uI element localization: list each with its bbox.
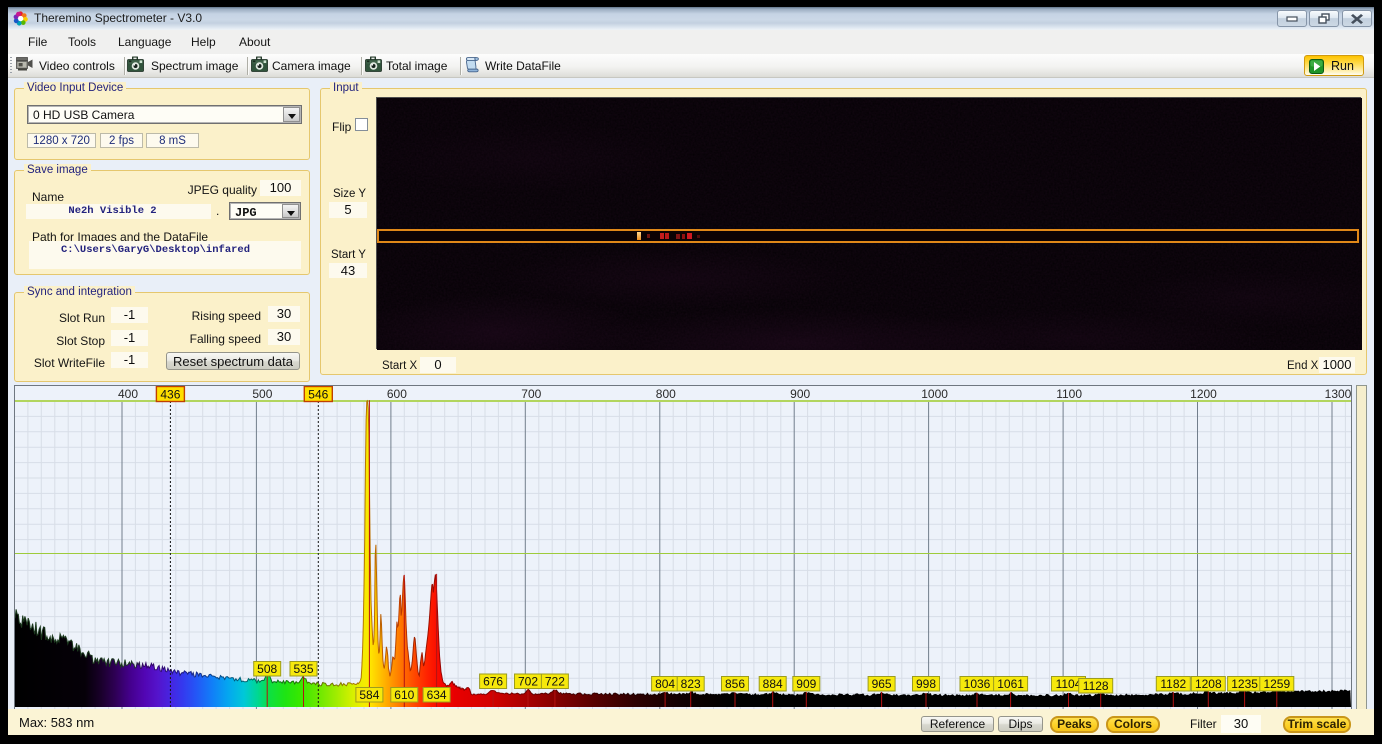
svg-text:722: 722 — [545, 675, 565, 689]
svg-text:823: 823 — [681, 677, 701, 691]
svg-text:909: 909 — [796, 677, 816, 691]
svg-text:800: 800 — [656, 387, 676, 401]
svg-text:702: 702 — [518, 675, 538, 689]
svg-text:676: 676 — [483, 675, 503, 689]
svg-text:500: 500 — [252, 387, 272, 401]
svg-text:1200: 1200 — [1190, 387, 1217, 401]
svg-text:1300: 1300 — [1325, 387, 1351, 401]
svg-text:634: 634 — [427, 688, 447, 702]
svg-text:1000: 1000 — [921, 387, 948, 401]
svg-text:998: 998 — [916, 677, 936, 691]
svg-text:508: 508 — [257, 662, 277, 676]
svg-text:1100: 1100 — [1056, 387, 1082, 401]
svg-text:1036: 1036 — [964, 677, 991, 691]
svg-text:1061: 1061 — [997, 677, 1024, 691]
svg-text:884: 884 — [763, 677, 783, 691]
svg-text:535: 535 — [293, 662, 313, 676]
svg-text:1235: 1235 — [1231, 677, 1258, 691]
svg-text:610: 610 — [394, 688, 414, 702]
svg-text:584: 584 — [359, 688, 379, 702]
svg-text:546: 546 — [308, 388, 328, 402]
svg-text:804: 804 — [655, 677, 675, 691]
svg-text:1128: 1128 — [1083, 679, 1109, 693]
svg-text:1104: 1104 — [1056, 677, 1082, 691]
svg-text:856: 856 — [725, 677, 745, 691]
svg-text:436: 436 — [160, 388, 180, 402]
svg-text:900: 900 — [790, 387, 810, 401]
svg-text:400: 400 — [118, 387, 138, 401]
svg-text:1182: 1182 — [1160, 677, 1186, 691]
svg-text:600: 600 — [387, 387, 407, 401]
svg-text:965: 965 — [872, 677, 892, 691]
svg-text:700: 700 — [521, 387, 541, 401]
svg-text:1208: 1208 — [1195, 677, 1222, 691]
svg-text:1259: 1259 — [1263, 677, 1290, 691]
